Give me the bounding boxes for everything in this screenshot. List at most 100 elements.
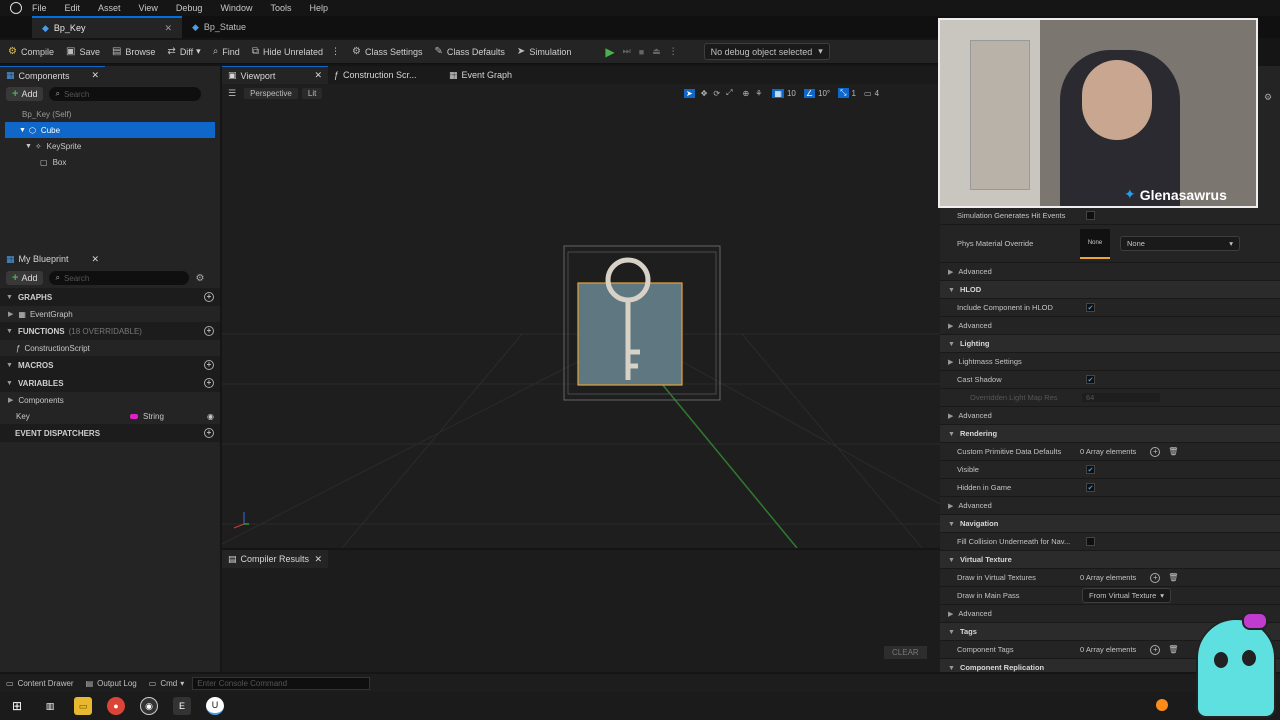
perspective-button[interactable]: Perspective bbox=[244, 88, 298, 99]
details-row-virtual-texture[interactable]: ▼ Virtual Texture bbox=[940, 551, 1280, 569]
construction-script-item[interactable]: ƒ ConstructionScript bbox=[0, 340, 220, 356]
details-row-lightmass-settings[interactable]: ▶ Lightmass Settings bbox=[940, 353, 1280, 371]
expand-arrow-icon[interactable]: ▼ bbox=[25, 143, 32, 150]
add-element-icon[interactable]: + bbox=[1150, 572, 1161, 583]
content-drawer-button[interactable]: ▭ Content Drawer bbox=[6, 679, 74, 688]
graphs-section[interactable]: ▼ GRAPHS + bbox=[0, 288, 220, 306]
add-macro-icon[interactable]: + bbox=[204, 360, 214, 370]
step-icon[interactable]: ⏭ bbox=[623, 46, 631, 57]
details-row-advanced[interactable]: ▶ Advanced bbox=[940, 407, 1280, 425]
trash-icon[interactable]: 🗑 bbox=[1168, 447, 1178, 456]
tab-construction-script[interactable]: ƒ Construction Scr... bbox=[328, 66, 443, 84]
obs-icon[interactable]: ◉ bbox=[140, 697, 158, 715]
details-row-advanced[interactable]: ▶ Advanced bbox=[940, 317, 1280, 335]
menu-item-view[interactable]: View bbox=[139, 3, 158, 13]
compiler-results-tab[interactable]: ▤ Compiler Results ✕ bbox=[222, 550, 328, 568]
menu-item-help[interactable]: Help bbox=[309, 3, 328, 13]
close-icon[interactable]: ✕ bbox=[91, 254, 99, 265]
close-icon[interactable]: ✕ bbox=[91, 70, 99, 81]
variables-section[interactable]: ▼ VARIABLES + bbox=[0, 374, 220, 392]
checkbox[interactable]: ✔ bbox=[1086, 303, 1095, 312]
epic-launcher-icon[interactable]: E bbox=[173, 697, 191, 715]
add-member-button[interactable]: + Add bbox=[6, 271, 44, 285]
phys-material-select[interactable]: None ▾ bbox=[1120, 236, 1240, 251]
file-explorer-icon[interactable]: ▭ bbox=[74, 697, 92, 715]
cmd-dropdown[interactable]: ▭ Cmd ▾ bbox=[149, 679, 184, 688]
components-category[interactable]: ▶ Components bbox=[0, 392, 220, 408]
variable-key[interactable]: Key String ◉ bbox=[0, 408, 220, 424]
event-dispatchers-section[interactable]: EVENT DISPATCHERS + bbox=[0, 424, 220, 442]
component-search-input[interactable]: ⌕ Search bbox=[49, 87, 202, 101]
tab-bp-statue[interactable]: ◆ Bp_Statue bbox=[182, 16, 256, 38]
details-row-advanced[interactable]: ▶ Advanced bbox=[940, 497, 1280, 515]
chrome-icon[interactable]: ● bbox=[107, 697, 125, 715]
tree-item-self[interactable]: Bp_Key (Self) bbox=[0, 106, 220, 122]
compile-button[interactable]: ⚙ Compile bbox=[8, 46, 54, 57]
menu-item-tools[interactable]: Tools bbox=[270, 3, 291, 13]
unreal-logo-icon[interactable] bbox=[10, 2, 22, 14]
add-dispatcher-icon[interactable]: + bbox=[204, 428, 214, 438]
checkbox[interactable]: ✔ bbox=[1086, 483, 1095, 492]
add-function-icon[interactable]: + bbox=[204, 326, 214, 336]
menu-item-file[interactable]: File bbox=[32, 3, 47, 13]
diff-button[interactable]: ⇄ Diff ▾ bbox=[167, 46, 200, 57]
my-blueprint-tab[interactable]: ▦ My Blueprint ✕ bbox=[0, 250, 105, 268]
surface-snap-icon[interactable]: ⚘ bbox=[755, 89, 762, 98]
close-icon[interactable]: ✕ bbox=[314, 554, 322, 565]
tree-item-keysprite[interactable]: ▼ ✧ KeySprite bbox=[0, 138, 220, 154]
move-icon[interactable]: ✥ bbox=[701, 89, 708, 98]
browse-button[interactable]: ▤ Browse bbox=[112, 46, 155, 57]
angle-snap-icon[interactable]: ∠ bbox=[803, 88, 816, 98]
menu-item-debug[interactable]: Debug bbox=[176, 3, 203, 13]
details-row-navigation[interactable]: ▼ Navigation bbox=[940, 515, 1280, 533]
details-row-hlod[interactable]: ▼ HLOD bbox=[940, 281, 1280, 299]
hamburger-icon[interactable]: ☰ bbox=[228, 88, 236, 99]
scale-icon[interactable]: ⤢ bbox=[726, 88, 732, 98]
more-icon[interactable]: ⋮ bbox=[331, 46, 340, 57]
blueprint-search-input[interactable]: ⌕ Search bbox=[49, 271, 190, 285]
scale-value[interactable]: 1 bbox=[852, 89, 856, 98]
angle-value[interactable]: 10° bbox=[818, 89, 830, 98]
viewport[interactable]: ☰ Perspective Lit ➤ ✥ ⟳ ⤢ ⊕ ⚘ ▦ 10 ∠ 10°… bbox=[222, 84, 940, 548]
trash-icon[interactable]: 🗑 bbox=[1168, 573, 1178, 582]
grid-value[interactable]: 10 bbox=[787, 89, 796, 98]
checkbox[interactable] bbox=[1086, 211, 1095, 220]
add-component-button[interactable]: + Add bbox=[6, 87, 44, 101]
class-defaults-button[interactable]: ✎ Class Defaults bbox=[435, 46, 505, 57]
close-icon[interactable]: ✕ bbox=[164, 23, 172, 34]
settings-icon[interactable]: ⚙ bbox=[1264, 92, 1272, 103]
gear-icon[interactable]: ⚙ bbox=[195, 273, 204, 284]
tree-item-cube[interactable]: ▼ ⬡ Cube bbox=[5, 122, 215, 138]
draw-main-pass-select[interactable]: From Virtual Texture ▾ bbox=[1082, 588, 1172, 603]
tray-icon[interactable] bbox=[1156, 699, 1168, 711]
details-row-rendering[interactable]: ▼ Rendering bbox=[940, 425, 1280, 443]
tab-viewport[interactable]: ▣ Viewport ✕ bbox=[222, 66, 328, 84]
more-icon[interactable]: ⋮ bbox=[669, 46, 678, 57]
select-icon[interactable]: ➤ bbox=[684, 88, 695, 98]
output-log-button[interactable]: ▤ Output Log bbox=[86, 679, 137, 688]
menu-item-edit[interactable]: Edit bbox=[65, 3, 81, 13]
checkbox[interactable]: ✔ bbox=[1086, 465, 1095, 474]
stop-icon[interactable]: ■ bbox=[639, 47, 644, 57]
checkbox[interactable] bbox=[1086, 537, 1095, 546]
macros-section[interactable]: ▼ MACROS + bbox=[0, 356, 220, 374]
material-thumbnail[interactable]: None bbox=[1080, 228, 1110, 259]
menu-item-window[interactable]: Window bbox=[220, 3, 252, 13]
tree-item-box[interactable]: ▢ Box bbox=[0, 154, 220, 170]
eject-icon[interactable]: ⏏ bbox=[652, 46, 661, 57]
rotate-icon[interactable]: ⟳ bbox=[713, 89, 720, 98]
grid-snap-icon[interactable]: ▦ bbox=[772, 88, 784, 98]
windows-start-icon[interactable]: ⊞ bbox=[8, 697, 26, 715]
play-icon[interactable]: ▶ bbox=[605, 45, 614, 59]
components-tab[interactable]: ▦ Components ✕ bbox=[0, 66, 105, 84]
tab-bp-key[interactable]: ◆ Bp_Key ✕ bbox=[32, 16, 182, 38]
console-input[interactable]: Enter Console Command bbox=[192, 676, 371, 690]
class-settings-button[interactable]: ⚙ Class Settings bbox=[352, 46, 423, 57]
hide-unrelated-button[interactable]: ⧉ Hide Unrelated ⋮ bbox=[252, 46, 340, 57]
scale-snap-icon[interactable]: ⤡ bbox=[838, 88, 849, 98]
clear-button[interactable]: CLEAR bbox=[884, 646, 927, 659]
task-view-icon[interactable]: ▥ bbox=[41, 697, 59, 715]
functions-section[interactable]: ▼ FUNCTIONS (18 OVERRIDABLE) + bbox=[0, 322, 220, 340]
simulation-button[interactable]: ➤ Simulation bbox=[517, 46, 571, 57]
find-button[interactable]: ⌕ Find bbox=[213, 46, 240, 57]
